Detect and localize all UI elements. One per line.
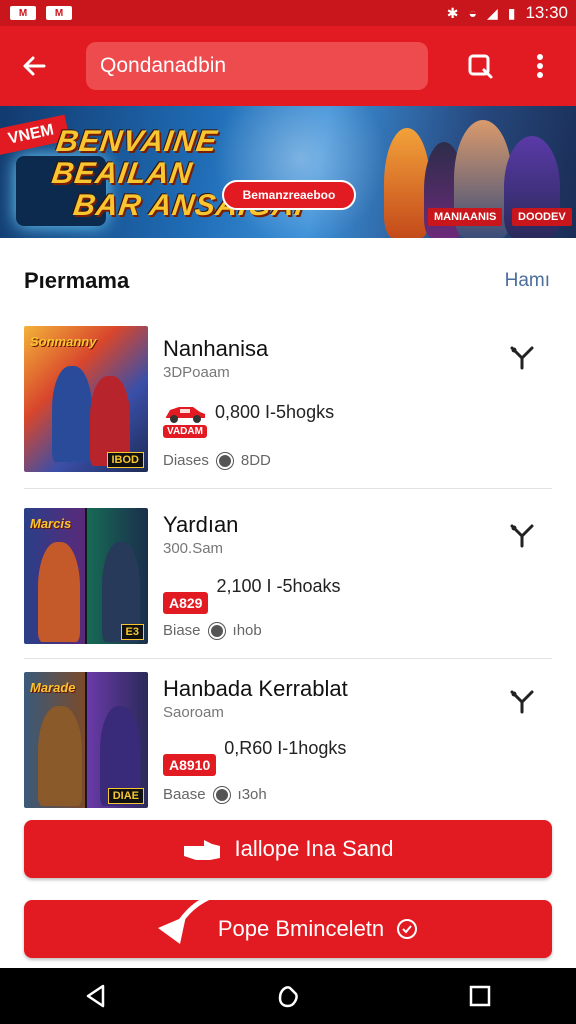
more-options-button[interactable] [518, 42, 562, 90]
search-icon [468, 54, 493, 79]
meta-left: Baase [163, 786, 206, 803]
item-meta: Diases 8DD [163, 452, 271, 469]
hand-pointer-icon [184, 840, 221, 860]
thumb-badge: DIAE [107, 788, 144, 804]
back-triangle-icon [86, 984, 105, 1008]
item-meta: Baase ı3oh [163, 786, 267, 803]
system-nav-bar [0, 968, 576, 1024]
section-title: Pıermama [24, 268, 130, 293]
thumb-title: Sonmanny [30, 334, 97, 349]
divider [24, 488, 552, 489]
list-item[interactable]: Sonmanny IBOD Nanhanisa 3DPoaam VADAM 0,… [0, 326, 576, 476]
item-subtitle: Saoroam [163, 704, 224, 721]
clock-icon [208, 622, 225, 639]
more-vert-icon [537, 54, 543, 78]
list-item[interactable]: Marade DIAE Hanbada Kerrablat Saoroam A8… [0, 672, 576, 808]
item-subtitle: 300.Sam [163, 540, 224, 557]
search-input[interactable]: Qondanadbin [86, 42, 428, 90]
price-badge: VADAM [163, 425, 207, 438]
meta-right: ı3oh [237, 786, 267, 803]
item-action-button[interactable] [504, 340, 540, 376]
price-badge: A8910 [163, 754, 217, 776]
home-icon [278, 986, 298, 1008]
filter-icon [510, 346, 534, 370]
item-subtitle: 3DPoaam [163, 364, 230, 381]
wifi-icon: ◒ [468, 5, 477, 21]
thumb-badge: E3 [120, 624, 144, 640]
price-badge: A829 [163, 592, 209, 614]
thumb-badge: IBOD [106, 452, 144, 468]
car-icon: VADAM [163, 402, 207, 438]
nav-recents-button[interactable] [450, 968, 510, 1024]
item-price: A829 2,100 I -5hoaks [163, 575, 341, 614]
nav-back-button[interactable] [66, 968, 126, 1024]
back-arrow-icon [23, 56, 46, 76]
app-bar: Qondanadbin [0, 26, 576, 106]
item-price: VADAM 0,800 I-5hogks [163, 402, 334, 438]
clock-icon [397, 919, 418, 939]
back-button[interactable] [10, 42, 58, 90]
item-price: A8910 0,R60 I-1hogks [163, 737, 347, 776]
divider [24, 658, 552, 659]
meta-right: ıhob [232, 622, 262, 639]
secondary-button[interactable]: Pope Bminceletn [24, 889, 552, 958]
meta-right: 8DD [240, 452, 271, 469]
signal-icon: ◢ [486, 4, 498, 21]
gmail-icon: M [46, 6, 72, 20]
item-thumbnail: Sonmanny IBOD [24, 326, 148, 472]
thumb-title: Marcis [30, 516, 72, 531]
clock-icon [216, 452, 233, 469]
banner-chip-right: DOODEV [512, 208, 572, 226]
price-text: 0,800 I-5hogks [215, 401, 335, 422]
banner-chip-left: MANIAANIS [428, 208, 503, 226]
status-bar: M M ✱ ◒ ◢ ▮ 13:30 [0, 0, 576, 26]
promo-banner[interactable]: VNEM BENVAINE BEAILAN BAR ANSAIGAI Beman… [0, 106, 576, 238]
item-thumbnail: Marade DIAE [24, 672, 148, 808]
meta-left: Biase [163, 622, 201, 639]
item-meta: Biase ıhob [163, 622, 262, 639]
meta-left: Diases [163, 452, 209, 469]
primary-button[interactable]: Iallope Ina Sand [24, 820, 552, 878]
thumb-figure [38, 706, 82, 806]
item-action-button[interactable] [504, 518, 540, 554]
filter-icon [510, 524, 534, 548]
arrow-pointer-icon [158, 889, 227, 944]
battery-icon: ▮ [507, 4, 516, 21]
search-input-value: Qondanadbin [100, 54, 227, 77]
secondary-button-label: Pope Bminceletn [217, 916, 385, 941]
thumb-figure [38, 542, 80, 642]
section-link[interactable]: Hamı [505, 270, 550, 292]
price-text: 2,100 I -5hoaks [216, 575, 341, 596]
banner-pill: Bemanzreaeboo [222, 180, 356, 210]
recents-square-icon [469, 985, 491, 1007]
price-text: 0,R60 I-1hogks [224, 737, 347, 758]
primary-button-label: Iallope Ina Sand [234, 836, 394, 861]
clock: 13:30 [525, 3, 568, 22]
thumb-title: Marade [30, 680, 76, 695]
thumb-figure [52, 366, 92, 462]
filter-icon [510, 690, 534, 714]
item-thumbnail: Marcis E3 [24, 508, 148, 644]
bluetooth-icon: ✱ [446, 4, 459, 21]
notification-icon: M [10, 6, 36, 20]
nav-home-button[interactable] [258, 968, 318, 1024]
list-item[interactable]: Marcis E3 Yardıan 300.Sam A829 2,100 I -… [0, 508, 576, 644]
clock-icon [213, 786, 230, 803]
item-title: Yardıan [163, 512, 239, 537]
search-button[interactable] [458, 42, 502, 90]
item-title: Hanbada Kerrablat [163, 676, 348, 701]
item-title: Nanhanisa [163, 336, 269, 361]
item-action-button[interactable] [504, 684, 540, 720]
